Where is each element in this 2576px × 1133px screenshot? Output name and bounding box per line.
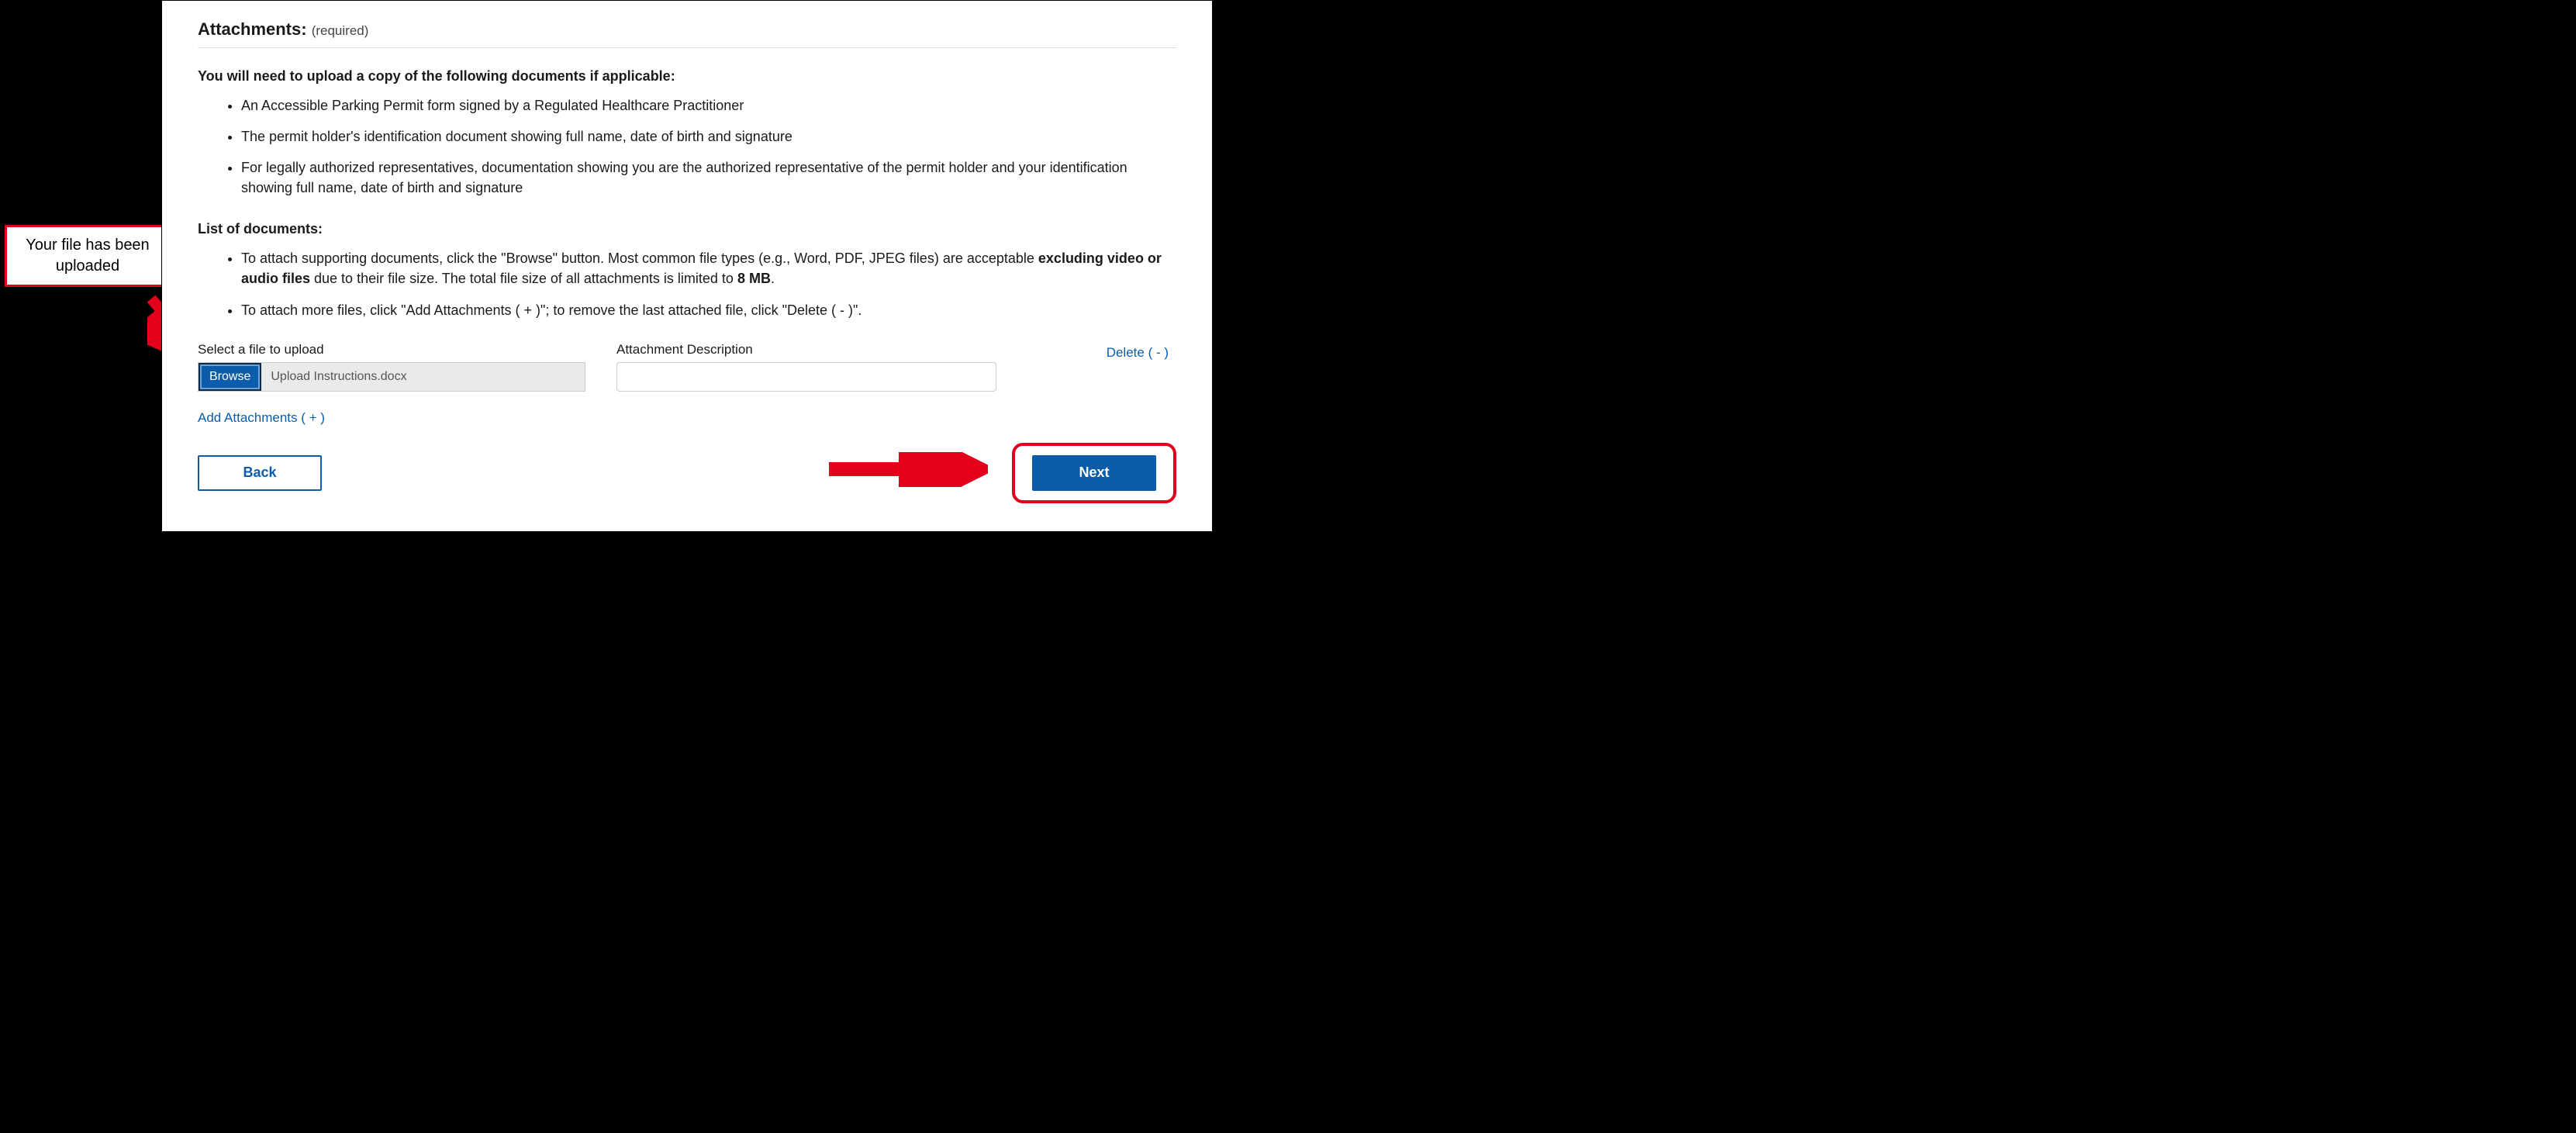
instructions-list: To attach supporting documents, click th… bbox=[198, 248, 1176, 320]
list-item: To attach more files, click "Add Attachm… bbox=[241, 300, 1176, 320]
text-bold: 8 MB bbox=[737, 271, 771, 286]
file-label: Select a file to upload bbox=[198, 342, 585, 358]
list-of-documents-heading: List of documents: bbox=[198, 221, 1176, 237]
next-button[interactable]: Next bbox=[1032, 455, 1156, 491]
callout-text: Your file has been uploaded bbox=[26, 237, 149, 275]
back-button[interactable]: Back bbox=[198, 455, 322, 491]
description-input[interactable] bbox=[616, 362, 996, 392]
text: due to their file size. The total file s… bbox=[310, 271, 737, 286]
selected-filename: Upload Instructions.docx bbox=[261, 363, 585, 391]
browse-button[interactable]: Browse bbox=[199, 363, 261, 391]
next-highlight: Next bbox=[1012, 443, 1176, 503]
upload-row: Select a file to upload Browse Upload In… bbox=[198, 342, 1176, 392]
callout-uploaded: Your file has been uploaded bbox=[5, 225, 171, 287]
list-item: The permit holder's identification docum… bbox=[241, 126, 1176, 147]
description-label: Attachment Description bbox=[616, 342, 996, 358]
page-root: Your file has been uploaded Attachments:… bbox=[0, 0, 1214, 534]
section-required-label: (required) bbox=[312, 23, 369, 38]
list-item: To attach supporting documents, click th… bbox=[241, 248, 1176, 288]
list-item: An Accessible Parking Permit form signed… bbox=[241, 95, 1176, 116]
section-title-text: Attachments: bbox=[198, 19, 307, 39]
attachments-panel: Attachments: (required) You will need to… bbox=[161, 0, 1213, 532]
nav-row: Back Next bbox=[198, 443, 1176, 503]
text: To attach supporting documents, click th… bbox=[241, 250, 1038, 266]
required-docs-list: An Accessible Parking Permit form signed… bbox=[198, 95, 1176, 198]
description-column: Attachment Description bbox=[616, 342, 996, 392]
section-title: Attachments: (required) bbox=[198, 19, 1176, 48]
text: . bbox=[771, 271, 775, 286]
intro-text: You will need to upload a copy of the fo… bbox=[198, 68, 1176, 85]
list-item: For legally authorized representatives, … bbox=[241, 157, 1176, 198]
file-picker: Browse Upload Instructions.docx bbox=[198, 362, 585, 392]
delete-link[interactable]: Delete ( - ) bbox=[1107, 345, 1169, 360]
delete-column: Delete ( - ) bbox=[1027, 342, 1176, 361]
file-column: Select a file to upload Browse Upload In… bbox=[198, 342, 585, 392]
add-attachments-link[interactable]: Add Attachments ( + ) bbox=[198, 410, 325, 426]
